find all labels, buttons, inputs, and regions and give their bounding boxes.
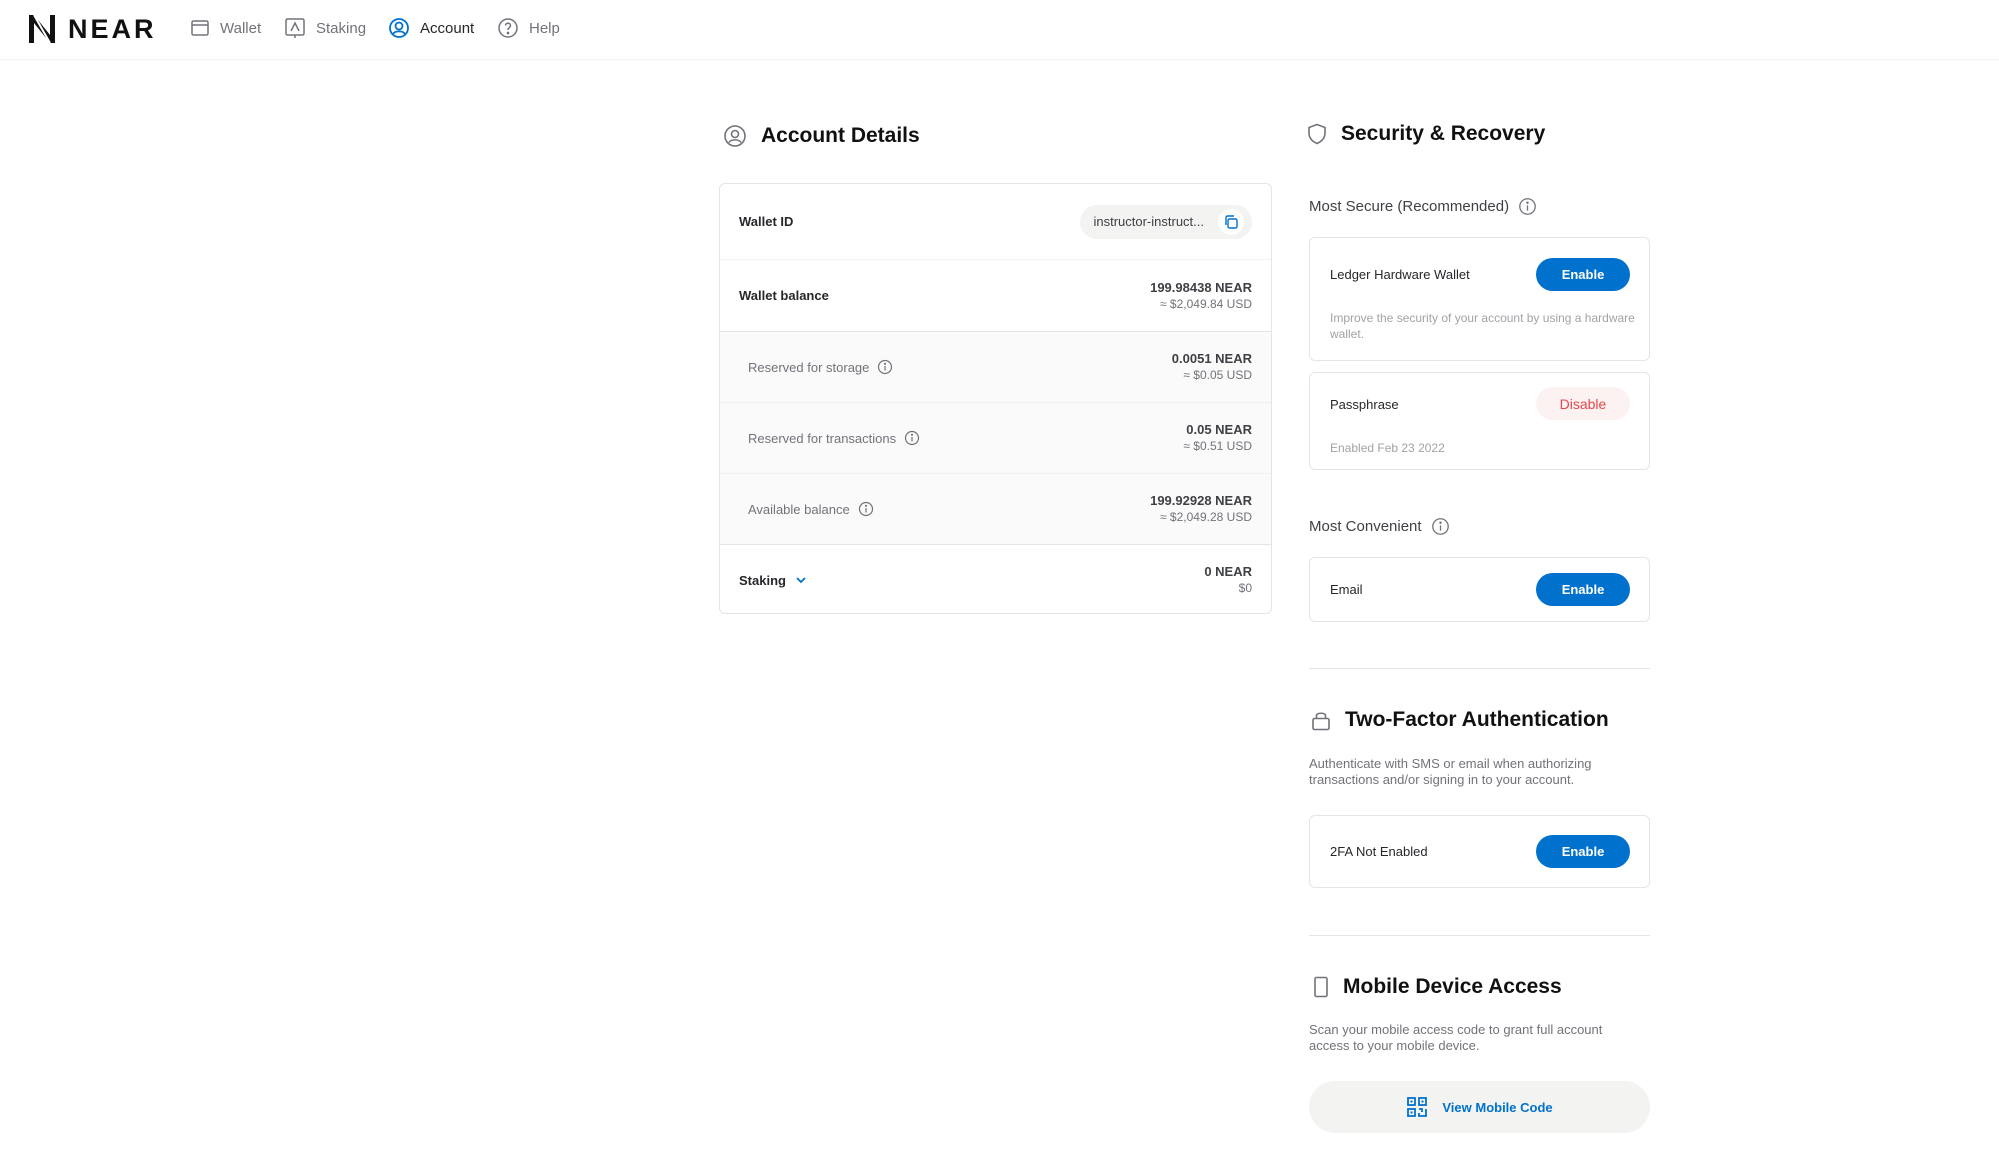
- staking-icon: [285, 18, 305, 38]
- wallet-balance-usd: ≈ $2,049.84 USD: [1160, 296, 1252, 311]
- staking-usd: $0: [1238, 581, 1252, 595]
- reserved-storage-row: Reserved for storage 0.0051 NEAR ≈ $0.05…: [720, 332, 1271, 402]
- wallet-id-value: instructor-instruct...: [1093, 214, 1204, 229]
- reserved-storage-usd: ≈ $0.05 USD: [1183, 368, 1252, 382]
- help-icon: [498, 18, 518, 38]
- reserved-transactions-label: Reserved for transactions: [748, 430, 897, 446]
- nav-help[interactable]: Help: [497, 16, 560, 40]
- account-details-card: Wallet ID instructor-instruct... Wallet …: [719, 183, 1272, 614]
- two-factor-card: 2FA Not Enabled Enable: [1309, 815, 1650, 888]
- logo-text: NEAR: [68, 13, 157, 44]
- lock-icon: [1312, 712, 1330, 731]
- nav-help-label: Help: [529, 19, 560, 37]
- reserved-transactions-row: Reserved for transactions 0.05 NEAR ≈ $0…: [720, 403, 1271, 473]
- passphrase-status: Enabled Feb 23 2022: [1330, 441, 1445, 455]
- info-icon[interactable]: [858, 501, 874, 517]
- section-divider: [1309, 935, 1650, 936]
- enable-email-button[interactable]: Enable: [1536, 573, 1630, 606]
- two-factor-status: 2FA Not Enabled: [1330, 844, 1428, 859]
- shield-icon: [1308, 123, 1326, 145]
- email-option-card: Email Enable: [1309, 557, 1650, 622]
- staking-toggle[interactable]: Staking: [739, 573, 808, 588]
- staking-near: 0 NEAR: [1204, 564, 1252, 579]
- ledger-description: Improve the security of your account by …: [1330, 311, 1635, 341]
- staking-label: Staking: [739, 572, 786, 588]
- email-title: Email: [1330, 582, 1363, 597]
- most-convenient-label: Most Convenient: [1309, 518, 1422, 535]
- available-balance-near: 199.92928 NEAR: [1150, 493, 1252, 508]
- enable-2fa-button[interactable]: Enable: [1536, 835, 1630, 868]
- staking-values: 0 NEAR $0: [1204, 563, 1252, 597]
- view-mobile-code-label: View Mobile Code: [1442, 1099, 1553, 1115]
- wallet-balance-values: 199.98438 NEAR ≈ $2,049.84 USD: [1150, 279, 1252, 313]
- security-recovery-title: Security & Recovery: [1341, 122, 1546, 145]
- copy-wallet-id-button[interactable]: [1218, 208, 1244, 235]
- nav-wallet[interactable]: Wallet: [190, 16, 261, 40]
- account-icon: [389, 18, 409, 38]
- nav-account-label: Account: [420, 19, 475, 37]
- most-convenient-heading: Most Convenient: [1309, 517, 1450, 536]
- near-logo-icon: [29, 14, 55, 44]
- wallet-icon: [191, 20, 209, 36]
- mobile-access-heading: Mobile Device Access: [1313, 975, 1562, 999]
- two-factor-title: Two-Factor Authentication: [1345, 708, 1609, 731]
- wallet-id-label: Wallet ID: [739, 214, 794, 229]
- reserved-storage-label: Reserved for storage: [748, 359, 870, 375]
- wallet-balance-row: Wallet balance 199.98438 NEAR ≈ $2,049.8…: [720, 260, 1271, 331]
- reserved-transactions-label-group: Reserved for transactions: [748, 430, 920, 446]
- account-details-title: Account Details: [761, 124, 920, 147]
- two-factor-description: Authenticate with SMS or email when auth…: [1309, 756, 1592, 787]
- nav-staking-label: Staking: [316, 19, 367, 37]
- reserved-transactions-values: 0.05 NEAR ≈ $0.51 USD: [1183, 421, 1252, 455]
- most-secure-label: Most Secure (Recommended): [1309, 198, 1510, 215]
- info-icon[interactable]: [904, 430, 920, 446]
- available-balance-row: Available balance 199.92928 NEAR ≈ $2,04…: [720, 474, 1271, 544]
- ledger-title: Ledger Hardware Wallet: [1330, 267, 1470, 282]
- reserved-storage-label-group: Reserved for storage: [748, 359, 893, 375]
- user-circle-icon: [724, 125, 746, 147]
- wallet-id-row: Wallet ID instructor-instruct...: [720, 184, 1271, 259]
- most-secure-heading: Most Secure (Recommended): [1309, 197, 1537, 216]
- section-divider: [1309, 668, 1650, 669]
- ledger-option-card: Ledger Hardware Wallet Enable Improve th…: [1309, 237, 1650, 361]
- passphrase-option-card: Passphrase Disable Enabled Feb 23 2022: [1309, 372, 1650, 470]
- available-balance-values: 199.92928 NEAR ≈ $2,049.28 USD: [1150, 492, 1252, 526]
- phone-icon: [1314, 976, 1328, 998]
- copy-icon: [1225, 214, 1238, 229]
- reserved-storage-values: 0.0051 NEAR ≈ $0.05 USD: [1172, 350, 1252, 384]
- qr-code-icon: [1407, 1097, 1428, 1117]
- reserved-transactions-near: 0.05 NEAR: [1186, 422, 1252, 437]
- nav-account[interactable]: Account: [388, 16, 474, 40]
- mobile-access-description: Scan your mobile access code to grant fu…: [1309, 1022, 1603, 1053]
- top-navigation: NEAR Wallet Staking Account Help: [0, 0, 1999, 60]
- wallet-balance-near: 199.98438 NEAR: [1150, 279, 1252, 295]
- info-icon[interactable]: [877, 359, 893, 375]
- nav-wallet-label: Wallet: [220, 19, 262, 37]
- available-balance-label: Available balance: [748, 501, 850, 517]
- mobile-access-title: Mobile Device Access: [1343, 975, 1562, 998]
- view-mobile-code-button[interactable]: View Mobile Code: [1309, 1081, 1650, 1133]
- passphrase-title: Passphrase: [1330, 397, 1399, 412]
- wallet-balance-label: Wallet balance: [739, 288, 829, 303]
- disable-passphrase-button[interactable]: Disable: [1536, 387, 1630, 420]
- enable-ledger-button[interactable]: Enable: [1536, 258, 1630, 291]
- chevron-down-icon: [796, 577, 806, 584]
- info-icon[interactable]: [1518, 197, 1537, 216]
- info-icon[interactable]: [1431, 517, 1450, 536]
- staking-row[interactable]: Staking 0 NEAR $0: [720, 545, 1271, 613]
- reserved-storage-near: 0.0051 NEAR: [1171, 351, 1252, 366]
- account-details-heading: Account Details: [723, 124, 920, 148]
- available-balance-label-group: Available balance: [748, 501, 874, 517]
- wallet-id-pill: instructor-instruct...: [1080, 204, 1252, 239]
- available-balance-usd: ≈ $2,049.28 USD: [1160, 510, 1252, 524]
- nav-staking[interactable]: Staking: [284, 16, 366, 40]
- security-recovery-heading: Security & Recovery: [1307, 122, 1545, 146]
- near-logo[interactable]: NEAR: [26, 13, 157, 45]
- two-factor-heading: Two-Factor Authentication: [1311, 708, 1609, 732]
- reserved-transactions-usd: ≈ $0.51 USD: [1183, 439, 1252, 453]
